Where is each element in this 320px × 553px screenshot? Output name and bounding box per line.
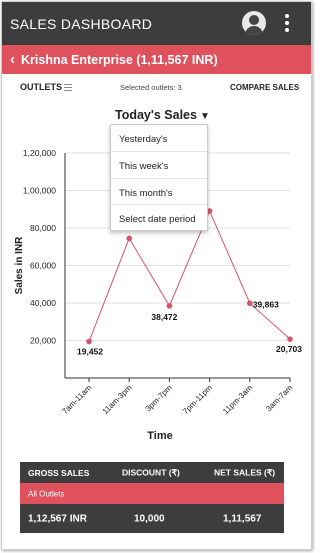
y-tick-label: 60,000 xyxy=(30,261,56,271)
header-bar: ‹ Krishna Enterprise (1,11,567 INR) xyxy=(2,45,311,74)
y-tick-label: 20,000 xyxy=(30,336,56,346)
x-tick-label: 3pm-7pm xyxy=(144,383,174,413)
discount-header: DISCOUNT (₹) xyxy=(122,467,180,477)
app-frame: SALES DASHBOARD ‹ Krishna Enterprise (1,… xyxy=(1,1,312,550)
app-bar: SALES DASHBOARD xyxy=(2,2,311,45)
app-title: SALES DASHBOARD xyxy=(10,16,153,32)
x-axis-title: Time xyxy=(147,430,172,442)
x-tick-label: 11pm-3am xyxy=(221,383,254,416)
account-circle-icon[interactable] xyxy=(242,11,266,35)
data-point xyxy=(287,336,293,342)
data-label: 19,452 xyxy=(77,347,103,357)
compare-sales-button[interactable]: COMPARE SALES xyxy=(230,83,299,92)
period-selected-label: Today's Sales xyxy=(115,108,197,122)
net-sales-header: NET SALES (₹) xyxy=(214,467,276,477)
y-tick-label: 40,000 xyxy=(30,298,56,308)
y-tick-label: 80,000 xyxy=(30,223,56,233)
caret-down-icon: ▼ xyxy=(199,111,210,122)
data-label: 39,863 xyxy=(253,299,279,309)
page-title: Krishna Enterprise (1,11,567 INR) xyxy=(21,53,218,67)
x-tick-label: 7pm-11pm xyxy=(181,383,214,416)
all-outlets-label: All Outlets xyxy=(28,489,65,498)
list-icon[interactable] xyxy=(64,84,72,93)
data-point xyxy=(126,235,132,242)
discount-value: 10,000 xyxy=(134,513,165,524)
y-tick-label: 1,20,000 xyxy=(23,148,56,158)
y-tick-label: 1,00,000 xyxy=(23,186,56,196)
summary-group-row: All Outlets xyxy=(20,483,284,504)
period-option-date-range[interactable]: Select date period xyxy=(111,205,207,232)
data-label: 20,703 xyxy=(276,344,302,354)
summary-header-row: GROSS SALES DISCOUNT (₹) NET SALES (₹) xyxy=(20,462,284,483)
outlets-button[interactable]: OUTLETS xyxy=(20,82,62,92)
net-sales-value: 1,11,567 xyxy=(223,513,262,524)
period-select[interactable]: Today's Sales ▼ xyxy=(115,108,210,122)
x-tick-label: 7am-11am xyxy=(60,383,93,416)
filter-row: OUTLETS Selected outlets: 3 COMPARE SALE… xyxy=(2,74,311,100)
period-option-month[interactable]: This month's xyxy=(111,179,207,206)
more-vert-icon[interactable] xyxy=(282,13,292,35)
period-dropdown-menu: Yesterday's This week's This month's Sel… xyxy=(110,124,208,231)
x-tick-label: 3am-7am xyxy=(264,383,294,413)
gross-sales-value: 1,12,567 INR xyxy=(28,513,87,524)
gross-sales-header: GROSS SALES xyxy=(28,467,90,478)
data-point xyxy=(86,338,92,345)
period-option-week[interactable]: This week's xyxy=(111,152,207,179)
data-point xyxy=(166,303,173,309)
summary-values-row: 1,12,567 INR 10,000 1,11,567 xyxy=(20,504,284,533)
data-point xyxy=(247,300,253,307)
y-axis-title: Sales in INR xyxy=(14,236,25,295)
selected-outlets-text: Selected outlets: 3 xyxy=(120,83,182,92)
x-tick-label: 11am-3pm xyxy=(101,383,134,416)
chevron-left-icon[interactable]: ‹ xyxy=(10,51,15,68)
data-label: 38,472 xyxy=(151,312,177,322)
period-option-yesterday[interactable]: Yesterday's xyxy=(111,125,207,152)
sales-summary-table: GROSS SALES DISCOUNT (₹) NET SALES (₹) A… xyxy=(20,462,284,533)
